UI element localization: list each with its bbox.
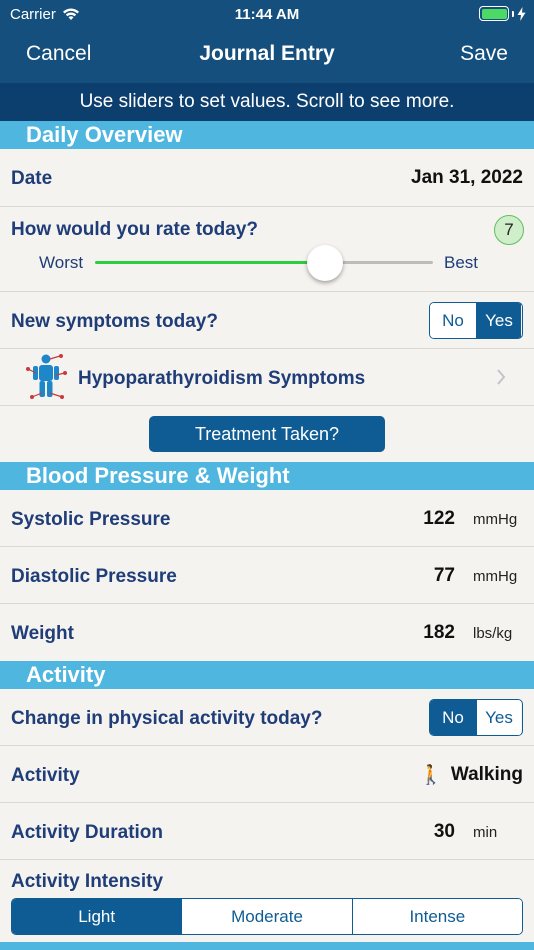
- save-button[interactable]: Save: [460, 42, 508, 66]
- activity-duration-value[interactable]: 30: [434, 821, 455, 843]
- date-row[interactable]: Date Jan 31, 2022: [0, 149, 534, 207]
- body-symptoms-icon: [26, 354, 67, 399]
- activity-intensity-segmented[interactable]: Light Moderate Intense: [11, 898, 523, 935]
- charging-bolt-icon: [517, 6, 526, 21]
- navigation-bar: Carrier 11:44 AM Cancel Journal Entry Sa…: [0, 0, 534, 83]
- activity-duration-label: Activity Duration: [11, 822, 164, 843]
- rating-slider-thumb[interactable]: [307, 245, 343, 281]
- activity-type-label: Activity: [11, 765, 80, 786]
- rating-row: How would you rate today? 7 Worst Best: [0, 207, 534, 292]
- systolic-row[interactable]: Systolic Pressure 122 mmHg: [0, 490, 534, 547]
- activity-intensity-label: Activity Intensity: [11, 871, 164, 892]
- activity-change-no-option[interactable]: No: [430, 700, 476, 735]
- walking-person-icon: 🚶: [419, 765, 443, 786]
- symptoms-link-label: Hypoparathyroidism Symptoms: [78, 368, 366, 389]
- activity-type-row[interactable]: Activity 🚶 Walking: [0, 746, 534, 803]
- rating-slider-filled-track: [95, 261, 325, 264]
- section-header-activity: Activity: [0, 661, 534, 689]
- activity-change-row: Change in physical activity today? No Ye…: [0, 689, 534, 746]
- activity-type-value-wrap[interactable]: 🚶 Walking: [419, 763, 523, 787]
- battery-icon: [479, 6, 509, 21]
- date-value[interactable]: Jan 31, 2022: [411, 167, 523, 189]
- intensity-option-moderate[interactable]: Moderate: [181, 899, 352, 934]
- new-symptoms-toggle[interactable]: No Yes: [429, 302, 523, 339]
- new-symptoms-yes-option[interactable]: Yes: [476, 303, 521, 338]
- rating-min-label: Worst: [39, 253, 84, 272]
- new-symptoms-row: New symptoms today? No Yes: [0, 292, 534, 349]
- activity-type-value: Walking: [450, 764, 523, 785]
- cancel-button[interactable]: Cancel: [26, 42, 91, 66]
- weight-row[interactable]: Weight 182 lbs/kg: [0, 604, 534, 661]
- activity-duration-unit: min: [473, 824, 498, 841]
- treatment-taken-button[interactable]: Treatment Taken?: [149, 416, 385, 452]
- instruction-banner: Use sliders to set values. Scroll to see…: [0, 83, 534, 121]
- systolic-value[interactable]: 122: [423, 508, 455, 530]
- chevron-right-icon: [497, 369, 506, 385]
- section-header-blood-pressure: Blood Pressure & Weight: [0, 462, 534, 490]
- weight-value[interactable]: 182: [423, 622, 455, 644]
- activity-duration-row[interactable]: Activity Duration 30 min: [0, 803, 534, 860]
- symptoms-link-row[interactable]: Hypoparathyroidism Symptoms: [0, 349, 534, 406]
- status-bar: Carrier 11:44 AM: [0, 0, 534, 28]
- activity-change-label: Change in physical activity today?: [11, 708, 323, 729]
- battery-indicator: [479, 6, 526, 21]
- intensity-option-intense[interactable]: Intense: [351, 899, 522, 934]
- activity-change-yes-option[interactable]: Yes: [476, 700, 521, 735]
- diastolic-value[interactable]: 77: [434, 565, 455, 587]
- weight-unit: lbs/kg: [473, 625, 513, 642]
- date-label: Date: [11, 168, 53, 189]
- section-header-daily-overview: Daily Overview: [0, 121, 534, 149]
- new-symptoms-no-option[interactable]: No: [430, 303, 476, 338]
- activity-change-toggle[interactable]: No Yes: [429, 699, 523, 736]
- systolic-unit: mmHg: [473, 511, 518, 528]
- new-symptoms-label: New symptoms today?: [11, 311, 218, 332]
- diastolic-row[interactable]: Diastolic Pressure 77 mmHg: [0, 547, 534, 604]
- rating-slider[interactable]: [95, 245, 433, 281]
- rating-max-label: Best: [444, 253, 479, 272]
- page-title: Journal Entry: [199, 42, 335, 65]
- rating-label: How would you rate today?: [11, 219, 259, 240]
- intensity-option-light[interactable]: Light: [12, 899, 182, 934]
- next-section-header-edge: [0, 942, 534, 950]
- systolic-label: Systolic Pressure: [11, 509, 171, 530]
- status-time: 11:44 AM: [234, 6, 300, 23]
- weight-label: Weight: [11, 623, 74, 644]
- rating-value-badge: 7: [494, 215, 524, 245]
- diastolic-label: Diastolic Pressure: [11, 566, 177, 587]
- activity-intensity-row: Activity Intensity Light Moderate Intens…: [0, 860, 534, 942]
- diastolic-unit: mmHg: [473, 568, 518, 585]
